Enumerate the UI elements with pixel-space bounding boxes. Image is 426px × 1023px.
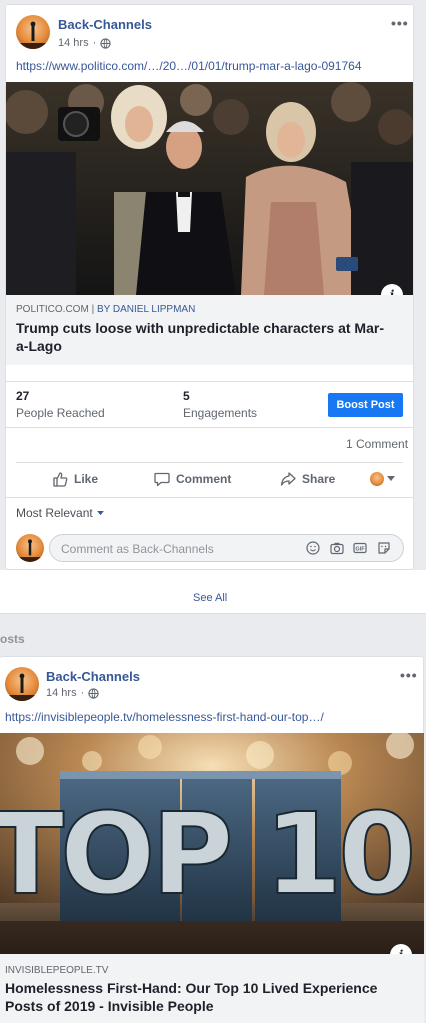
share-icon — [280, 472, 296, 486]
more-options-icon[interactable]: ••• — [391, 15, 409, 31]
divider — [6, 497, 413, 498]
source-separator: | — [88, 304, 97, 315]
page-name-link[interactable]: Back-Channels — [58, 17, 152, 32]
link-byline: BY DANIEL LIPPMAN — [96, 304, 196, 315]
commenter-avatar[interactable] — [16, 534, 44, 562]
like-label: Like — [74, 472, 99, 486]
camera-icon[interactable] — [330, 541, 344, 555]
people-reached-label: People Reached — [16, 406, 105, 420]
more-options-icon[interactable]: ••• — [400, 667, 418, 683]
globe-icon — [88, 687, 99, 699]
link-headline[interactable]: Homelessness First-Hand: Our Top 10 Live… — [5, 979, 415, 1015]
page-name-link[interactable]: Back-Channels — [46, 669, 140, 684]
post-url-link[interactable]: https://invisiblepeople.tv/homelessness-… — [5, 710, 324, 724]
see-all-link[interactable]: See All — [193, 592, 227, 604]
comment-label: Comment — [176, 472, 232, 486]
sticker-icon[interactable] — [377, 541, 391, 555]
section-heading: osts — [0, 632, 25, 646]
post-meta: 14 hrs · — [58, 37, 111, 49]
divider — [6, 381, 413, 382]
post-timestamp[interactable]: 14 hrs — [58, 37, 89, 49]
comment-sort-dropdown[interactable]: Most Relevant — [16, 506, 104, 520]
post-meta: 14 hrs · — [46, 687, 99, 699]
engagements-count: 5 — [183, 389, 190, 403]
link-source: POLITICO.COM | BY DANIEL LIPPMAN — [16, 304, 195, 315]
link-headline[interactable]: Trump cuts loose with unpredictable char… — [16, 319, 396, 355]
comment-placeholder: Comment as Back-Channels — [61, 542, 214, 556]
post-card: Back-Channels 14 hrs · ••• https://invis… — [0, 656, 424, 1023]
emoji-icon[interactable] — [306, 541, 320, 555]
comment-button[interactable]: Comment — [154, 471, 231, 487]
see-all-bar: See All — [0, 570, 426, 614]
link-preview-image[interactable]: TOP 10 — [0, 733, 424, 954]
post-card: Back-Channels 14 hrs · ••• https://www.p… — [5, 4, 414, 570]
top-10-image-text: TOP 10 — [0, 790, 412, 920]
gif-icon[interactable]: GIF — [353, 541, 367, 555]
link-domain: POLITICO.COM — [16, 304, 89, 315]
link-preview-box[interactable]: POLITICO.COM | BY DANIEL LIPPMAN Trump c… — [6, 295, 413, 365]
thumbs-up-icon — [53, 472, 68, 487]
caret-down-icon — [387, 476, 395, 481]
svg-text:GIF: GIF — [355, 547, 365, 553]
engagements-label: Engagements — [183, 406, 258, 420]
page-avatar-small — [370, 472, 384, 486]
caret-down-icon — [96, 510, 104, 515]
comment-input[interactable]: Comment as Back-Channels GIF — [49, 534, 404, 562]
people-reached-count: 27 — [16, 389, 30, 403]
sort-label: Most Relevant — [16, 506, 93, 520]
divider — [6, 427, 413, 428]
link-domain: INVISIBLEPEOPLE.TV — [5, 965, 109, 976]
share-label: Share — [302, 472, 336, 486]
page-avatar[interactable] — [5, 667, 39, 701]
post-as-selector[interactable] — [370, 472, 395, 486]
divider — [16, 462, 403, 463]
comment-icon — [154, 472, 170, 487]
page-avatar[interactable] — [16, 15, 50, 49]
share-button[interactable]: Share — [280, 471, 335, 487]
globe-icon — [100, 37, 111, 49]
post-url-link[interactable]: https://www.politico.com/…/20…/01/01/tru… — [16, 59, 362, 73]
boost-post-button[interactable]: Boost Post — [328, 393, 403, 417]
link-preview-image[interactable] — [6, 82, 413, 295]
like-button[interactable]: Like — [52, 471, 98, 487]
post-timestamp[interactable]: 14 hrs — [46, 687, 77, 699]
comments-count-link[interactable]: 1 Comment — [346, 437, 408, 451]
link-preview-box[interactable]: INVISIBLEPEOPLE.TV Homelessness First-Ha… — [0, 954, 424, 1023]
